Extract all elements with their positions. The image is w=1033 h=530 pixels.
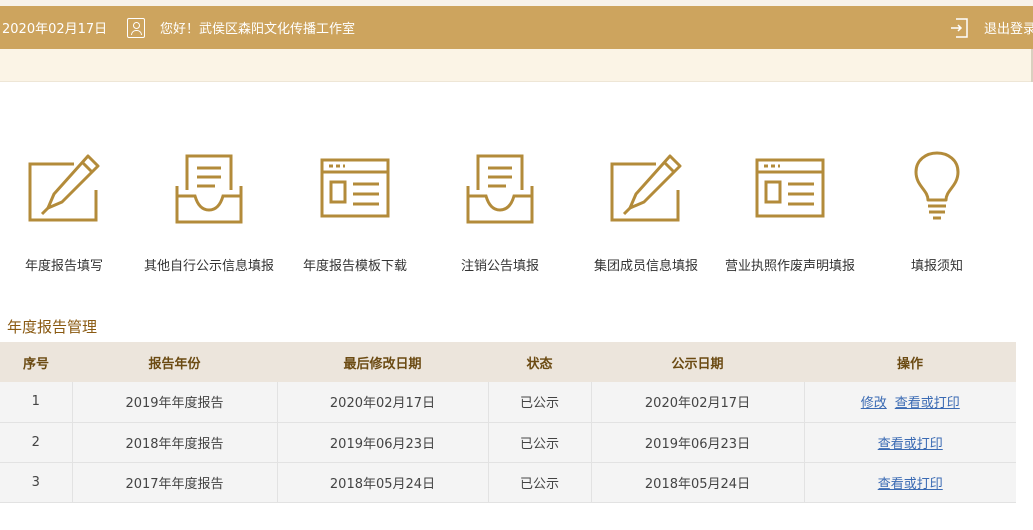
menu-label: 集团成员信息填报 <box>593 259 699 274</box>
published-date: 2020年02月17日 <box>590 382 805 423</box>
actions-cell: 修改 查看或打印 <box>803 382 1016 423</box>
modified-date: 2018年05月24日 <box>276 462 489 503</box>
logout-button[interactable]: 退出登录 <box>950 17 1033 39</box>
menu-item-template-download[interactable]: 年度报告模板下载 <box>303 150 407 274</box>
status-text: 已公示 <box>487 422 592 463</box>
status-text: 已公示 <box>487 462 592 503</box>
column-header: 序号 <box>22 356 49 372</box>
function-menu: 年度报告填写 其他自行公示信息填报 年度报告模板下载 注销公告填报 集团成员信息… <box>0 150 1033 280</box>
view-print-link[interactable]: 查看或打印 <box>878 437 943 452</box>
modified-date: 2019年06月23日 <box>276 422 489 463</box>
actions-cell: 查看或打印 <box>803 462 1016 503</box>
actions-cell: 查看或打印 <box>803 422 1016 463</box>
modified-date: 2020年02月17日 <box>276 382 489 423</box>
menu-label: 填报须知 <box>910 259 964 274</box>
menu-label: 年度报告模板下载 <box>302 259 408 274</box>
menu-item-other-disclosure[interactable]: 其他自行公示信息填报 <box>144 150 274 274</box>
menu-label: 营业执照作废声明填报 <box>724 259 856 274</box>
header-date: 2020年02月17日 <box>2 22 108 37</box>
row-index: 1 <box>0 382 73 423</box>
menu-item-cancellation-notice[interactable]: 注销公告填报 <box>461 150 539 274</box>
logout-icon <box>950 17 968 38</box>
sub-bar <box>0 49 1033 82</box>
menu-item-annual-report-fill[interactable]: 年度报告填写 <box>25 150 103 274</box>
view-print-link[interactable]: 查看或打印 <box>895 396 960 411</box>
report-year: 2019年年度报告 <box>71 382 278 423</box>
table-row: 3 2017年年度报告 2018年05月24日 已公示 2018年05月24日 … <box>0 462 1016 503</box>
report-year: 2017年年度报告 <box>71 462 278 503</box>
annual-report-table: 序号 报告年份 最后修改日期 状态 公示日期 操作 1 2019年年度报告 20… <box>0 342 1016 503</box>
status-text: 已公示 <box>487 382 592 423</box>
template-window-icon <box>755 158 825 218</box>
published-date: 2019年06月23日 <box>590 422 805 463</box>
logout-label: 退出登录 <box>983 22 1033 37</box>
menu-item-instructions[interactable]: 填报须知 <box>911 150 963 274</box>
template-window-icon <box>320 158 390 218</box>
published-date: 2018年05月24日 <box>590 462 805 503</box>
header-greeting: 您好！武侯区森阳文化传播工作室 <box>160 22 356 37</box>
edit-link[interactable]: 修改 <box>861 396 887 411</box>
column-header: 操作 <box>896 356 923 372</box>
column-header: 状态 <box>526 356 553 372</box>
column-header: 最后修改日期 <box>343 356 422 372</box>
header-bar: 2020年02月17日 您好！武侯区森阳文化传播工作室 退出登录 <box>0 6 1033 49</box>
user-badge-icon <box>127 17 145 38</box>
menu-label: 其他自行公示信息填报 <box>143 259 275 274</box>
table-row: 2 2018年年度报告 2019年06月23日 已公示 2019年06月23日 … <box>0 422 1016 463</box>
lightbulb-icon <box>914 151 960 220</box>
table-header-row: 序号 报告年份 最后修改日期 状态 公示日期 操作 <box>0 342 1016 382</box>
report-year: 2018年年度报告 <box>71 422 278 463</box>
inbox-tray-icon <box>466 154 534 224</box>
column-header: 公示日期 <box>671 356 724 372</box>
row-index: 2 <box>0 422 73 463</box>
edit-pencil-icon <box>28 154 100 222</box>
inbox-tray-icon <box>175 154 243 224</box>
menu-item-license-void[interactable]: 营业执照作废声明填报 <box>725 150 855 274</box>
view-print-link[interactable]: 查看或打印 <box>878 477 943 492</box>
section-title: 年度报告管理 <box>7 318 98 336</box>
column-header: 报告年份 <box>148 356 201 372</box>
row-index: 3 <box>0 462 73 503</box>
menu-item-group-members[interactable]: 集团成员信息填报 <box>594 150 698 274</box>
table-row: 1 2019年年度报告 2020年02月17日 已公示 2020年02月17日 … <box>0 382 1016 423</box>
menu-label: 年度报告填写 <box>24 259 104 274</box>
menu-label: 注销公告填报 <box>460 259 540 274</box>
edit-pencil-icon <box>610 154 682 222</box>
